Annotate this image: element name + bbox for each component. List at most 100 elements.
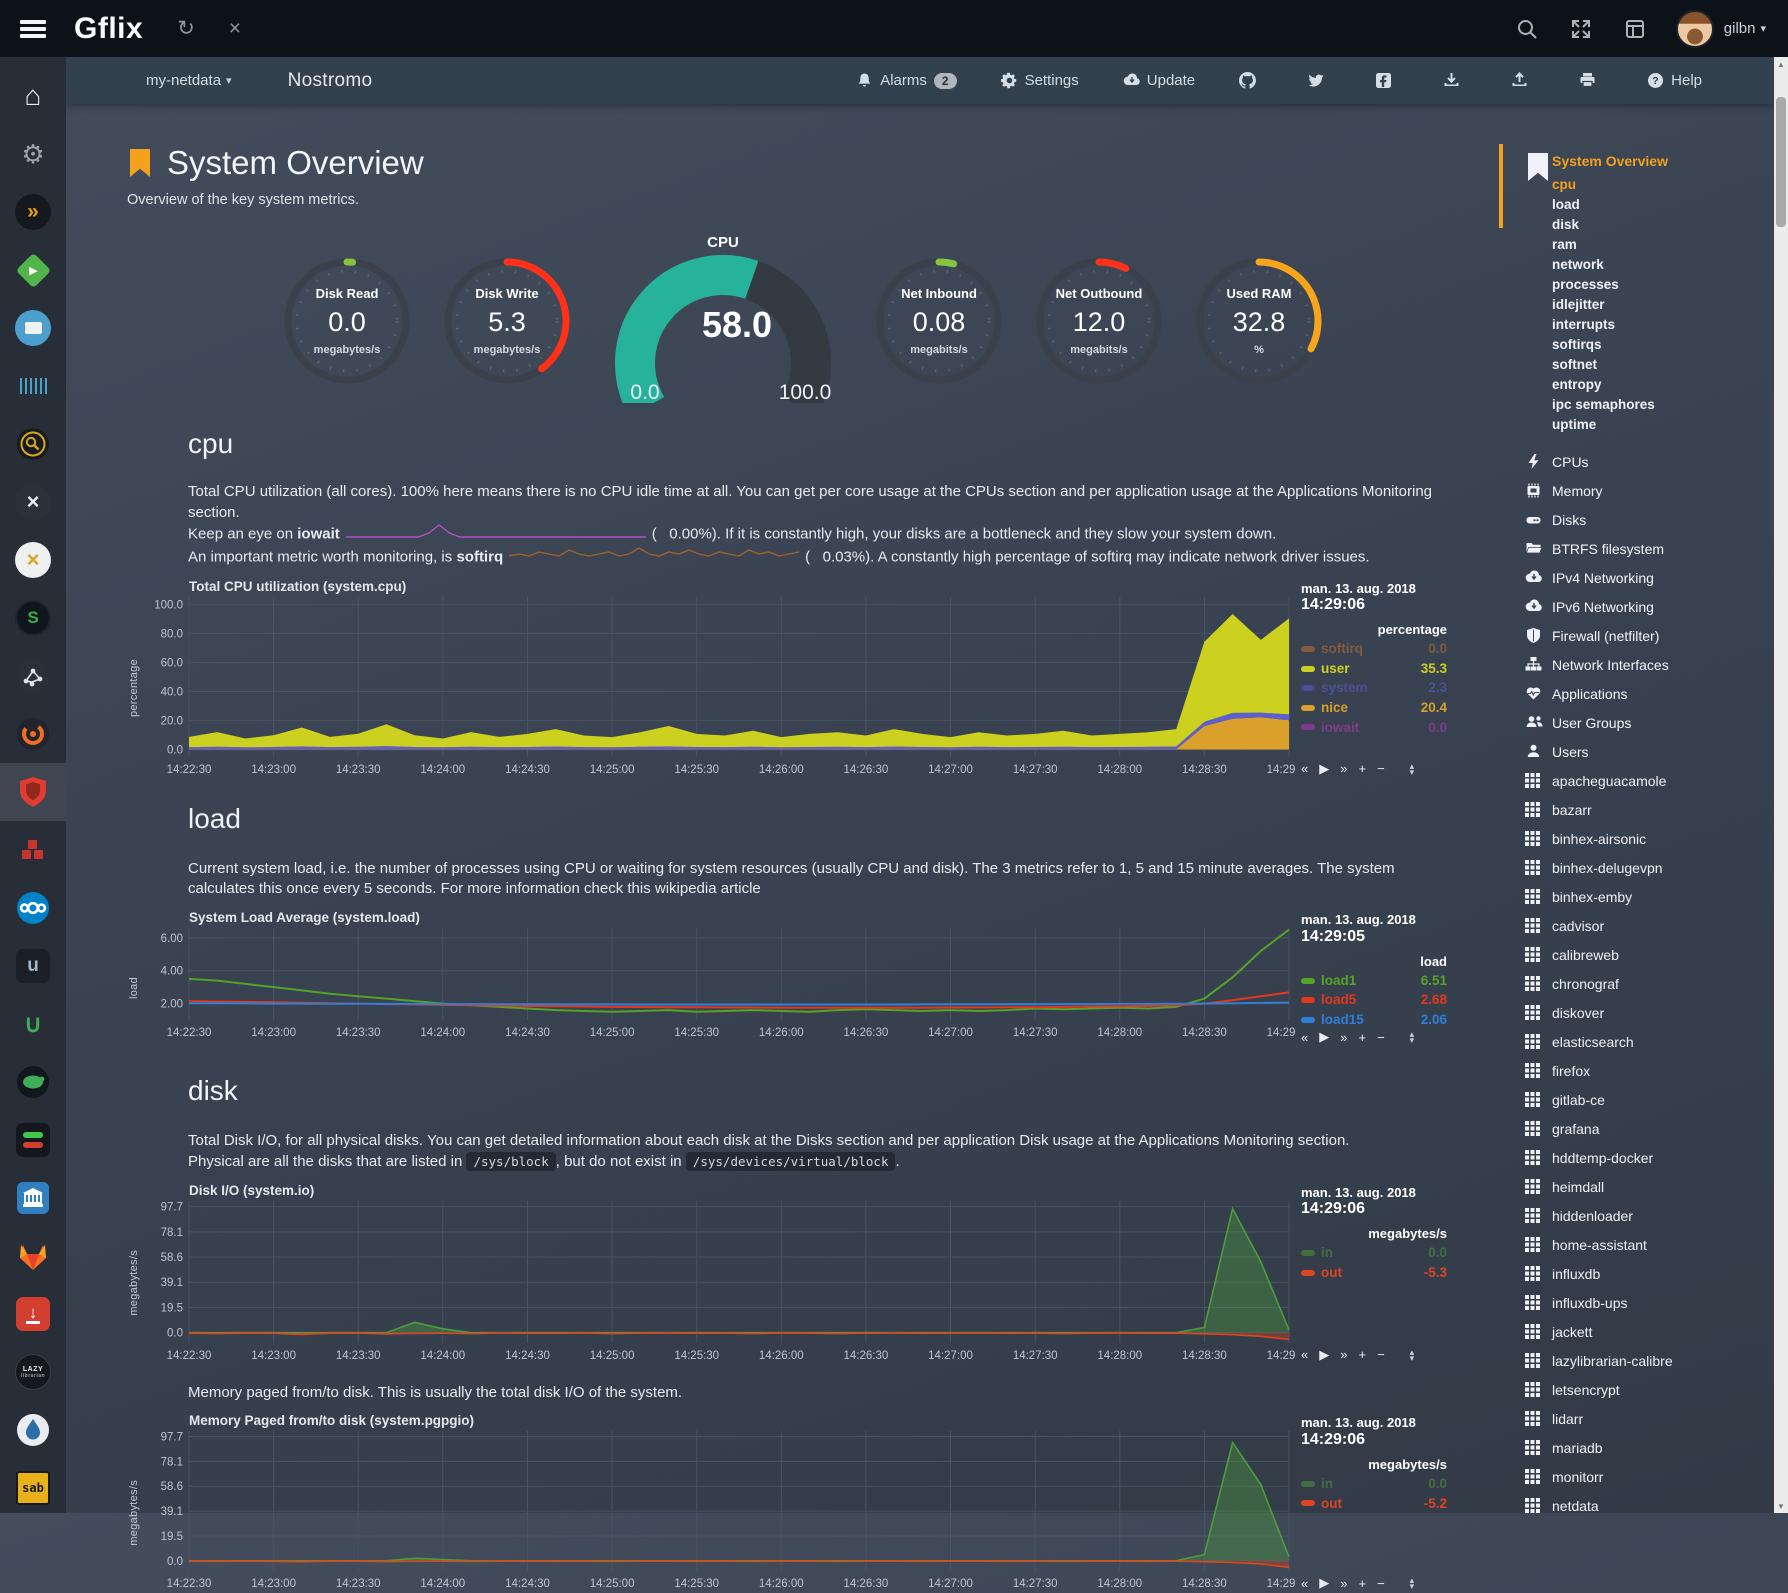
menu-app-netdata[interactable]: netdata: [1525, 1491, 1774, 1520]
menu-item-softirqs[interactable]: softirqs: [1525, 335, 1774, 355]
sidebar-app-app-green-u[interactable]: ∪: [0, 995, 66, 1053]
menu-app-mariadb[interactable]: mariadb: [1525, 1433, 1774, 1462]
chart-resize-handle[interactable]: ▴▾: [1410, 763, 1415, 775]
sidebar-app-app-x-gold[interactable]: ×: [0, 531, 66, 589]
scroll-up-arrow[interactable]: ▲: [1774, 57, 1788, 71]
tab-editor-icon[interactable]: [1624, 18, 1646, 40]
help-button[interactable]: ? Help: [1647, 72, 1702, 89]
sidebar-app-netdata-shield[interactable]: [0, 763, 66, 821]
import-button[interactable]: [1443, 72, 1467, 89]
menu-app-lazylibrarian-calibre[interactable]: lazylibrarian-calibre: [1525, 1346, 1774, 1375]
close-tab-icon[interactable]: ×: [229, 17, 241, 41]
sidebar-app-settings[interactable]: ⚙: [0, 125, 66, 183]
sidebar-app-app-x-white[interactable]: ×: [0, 473, 66, 531]
chart-pan-forward-button[interactable]: »: [1340, 1347, 1347, 1362]
sidebar-app-app-turtle[interactable]: [0, 1053, 66, 1111]
sidebar-app-home[interactable]: ⌂: [0, 67, 66, 125]
chart-pan-backward-button[interactable]: «: [1301, 1347, 1308, 1362]
menu-app-binhex-airsonic[interactable]: binhex-airsonic: [1525, 824, 1774, 853]
sidebar-app-deluge[interactable]: [0, 1401, 66, 1459]
chart-zoom-out-button[interactable]: −: [1377, 1030, 1385, 1045]
sidebar-app-app-pills[interactable]: [0, 1111, 66, 1169]
chart-plot-area[interactable]: 97.778.158.639.119.50.014:22:3014:23:001…: [141, 1431, 1295, 1593]
refresh-icon[interactable]: ↻: [177, 16, 195, 41]
chart-zoom-out-button[interactable]: −: [1377, 1347, 1385, 1362]
chart-pan-backward-button[interactable]: «: [1301, 761, 1308, 776]
legend-item-load1[interactable]: load1 6.51: [1301, 971, 1447, 991]
legend-item-in[interactable]: in 0.0: [1301, 1474, 1447, 1494]
menu-item-disk[interactable]: disk: [1525, 215, 1774, 235]
menu-app-jackett[interactable]: jackett: [1525, 1317, 1774, 1346]
sidebar-app-nextcloud[interactable]: [0, 879, 66, 937]
twitter-button[interactable]: [1307, 72, 1331, 89]
menu-app-bazarr[interactable]: bazarr: [1525, 795, 1774, 824]
menu-app-apacheguacamole[interactable]: apacheguacamole: [1525, 766, 1774, 795]
menu-section-disks[interactable]: Disks: [1525, 505, 1774, 534]
menu-section-btrfs-filesystem[interactable]: BTRFS filesystem: [1525, 534, 1774, 563]
chart-pan-forward-button[interactable]: »: [1340, 761, 1347, 776]
sidebar-app-sabnzbd[interactable]: sab: [0, 1459, 66, 1517]
chart-pan-backward-button[interactable]: «: [1301, 1030, 1308, 1045]
menu-item-interrupts[interactable]: interrupts: [1525, 315, 1774, 335]
sidebar-app-plex[interactable]: »: [0, 183, 66, 241]
chart-resize-handle[interactable]: ▴▾: [1410, 1577, 1415, 1589]
menu-app-diskover[interactable]: diskover: [1525, 998, 1774, 1027]
legend-item-load5[interactable]: load5 2.68: [1301, 990, 1447, 1010]
menu-item-softnet[interactable]: softnet: [1525, 355, 1774, 375]
sidebar-app-app-red-download[interactable]: ↓: [0, 1285, 66, 1343]
sidebar-app-emby[interactable]: ▶: [0, 241, 66, 299]
menu-item-uptime[interactable]: uptime: [1525, 415, 1774, 435]
sidebar-app-unraid[interactable]: u: [0, 937, 66, 995]
chart-zoom-in-button[interactable]: +: [1358, 1347, 1366, 1362]
menu-section-network-interfaces[interactable]: Network Interfaces: [1525, 650, 1774, 679]
menu-item-entropy[interactable]: entropy: [1525, 375, 1774, 395]
search-icon[interactable]: [1516, 18, 1538, 40]
legend-item-softirq[interactable]: softirq 0.0: [1301, 639, 1447, 659]
menu-app-lidarr[interactable]: lidarr: [1525, 1404, 1774, 1433]
legend-item-load15[interactable]: load15 2.06: [1301, 1010, 1447, 1030]
menu-app-hiddenloader[interactable]: hiddenloader: [1525, 1201, 1774, 1230]
export-button[interactable]: [1511, 72, 1535, 89]
fullscreen-icon[interactable]: [1570, 18, 1592, 40]
legend-item-iowait[interactable]: iowait 0.0: [1301, 718, 1447, 738]
chart-plot-area[interactable]: 6.004.002.0014:22:3014:23:0014:23:3014:2…: [141, 928, 1295, 1042]
chart-pan-forward-button[interactable]: »: [1340, 1030, 1347, 1045]
sidebar-app-app-blue-building[interactable]: [0, 1169, 66, 1227]
chart-zoom-in-button[interactable]: +: [1358, 1030, 1366, 1045]
facebook-button[interactable]: [1375, 72, 1399, 89]
sidebar-app-app-red-cubes[interactable]: [0, 821, 66, 879]
legend-item-out[interactable]: out -5.2: [1301, 1494, 1447, 1514]
menu-app-influxdb-ups[interactable]: influxdb-ups: [1525, 1288, 1774, 1317]
sidebar-app-app-green-s[interactable]: S: [0, 589, 66, 647]
menu-app-firefox[interactable]: firefox: [1525, 1056, 1774, 1085]
settings-button[interactable]: Settings: [1001, 72, 1079, 89]
menu-app-cadvisor[interactable]: cadvisor: [1525, 911, 1774, 940]
page-scrollbar[interactable]: ▲ ▼: [1774, 57, 1788, 1513]
menu-item-ram[interactable]: ram: [1525, 235, 1774, 255]
avatar[interactable]: [1676, 10, 1714, 48]
chart-zoom-in-button[interactable]: +: [1358, 761, 1366, 776]
chart-resize-handle[interactable]: ▴▾: [1410, 1031, 1415, 1043]
update-button[interactable]: Update: [1123, 72, 1195, 89]
menu-item-cpu[interactable]: cpu: [1525, 175, 1774, 195]
menu-section-memory[interactable]: Memory: [1525, 476, 1774, 505]
scrollbar-thumb[interactable]: [1776, 97, 1786, 227]
chart-plot-area[interactable]: 100.080.060.040.020.00.014:22:3014:23:00…: [141, 597, 1295, 779]
menu-app-heimdall[interactable]: heimdall: [1525, 1172, 1774, 1201]
menu-app-letsencrypt[interactable]: letsencrypt: [1525, 1375, 1774, 1404]
chart-play-button[interactable]: ▶: [1319, 1575, 1329, 1591]
scroll-down-arrow[interactable]: ▼: [1774, 1499, 1788, 1513]
menu-item-network[interactable]: network: [1525, 255, 1774, 275]
sidebar-app-app-search[interactable]: [0, 415, 66, 473]
sidebar-app-app-blue-media[interactable]: [0, 299, 66, 357]
chart-zoom-out-button[interactable]: −: [1377, 761, 1385, 776]
menu-app-calibreweb[interactable]: calibreweb: [1525, 940, 1774, 969]
sidebar-app-grafana[interactable]: [0, 705, 66, 763]
chart-play-button[interactable]: ▶: [1319, 1029, 1329, 1045]
menu-section-ipv6-networking[interactable]: IPv6 Networking: [1525, 592, 1774, 621]
menu-section-cpus[interactable]: CPUs: [1525, 447, 1774, 476]
menu-app-elasticsearch[interactable]: elasticsearch: [1525, 1027, 1774, 1056]
chart-play-button[interactable]: ▶: [1319, 1347, 1329, 1363]
menu-section-user-groups[interactable]: User Groups: [1525, 708, 1774, 737]
user-menu[interactable]: gilbn: [1724, 20, 1756, 37]
